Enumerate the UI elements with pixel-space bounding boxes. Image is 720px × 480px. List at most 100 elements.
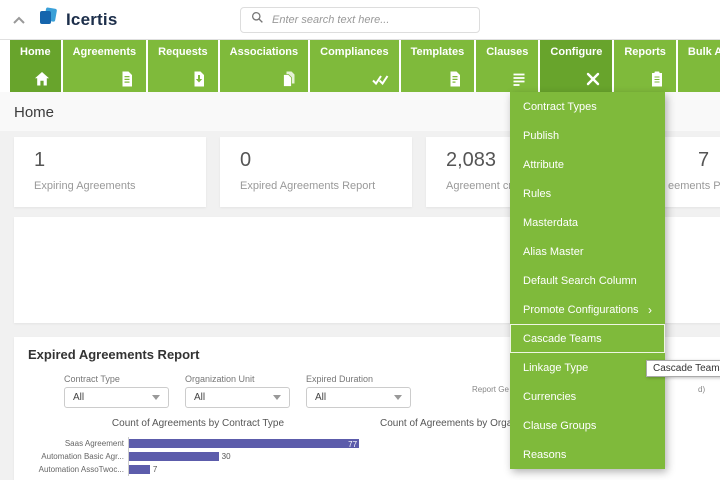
configure-menu-item-label: Masterdata <box>523 217 578 229</box>
submenu-chevron-right-icon: › <box>648 303 652 317</box>
kpi-value: 1 <box>34 149 186 172</box>
nav-tab[interactable]: Agreements <box>63 40 147 92</box>
configure-menu-item-label: Default Search Column <box>523 275 637 287</box>
kpi-value: 0 <box>240 149 392 172</box>
contract-type-chart-rows: Saas Agreement 77 Automation Basic Agr... 3… <box>28 437 368 476</box>
clipboard-icon <box>648 70 666 88</box>
nav-tab[interactable]: Templates <box>401 40 475 92</box>
chevron-up-icon[interactable] <box>12 15 26 25</box>
configure-menu-item-label: Attribute <box>523 159 564 171</box>
nav-tab[interactable]: Home <box>10 40 61 92</box>
documents-icon <box>280 70 298 88</box>
chart-bar-track: 77 <box>128 437 368 450</box>
chart-category-label: Automation Basic Agr... <box>28 452 128 461</box>
global-search <box>240 7 480 33</box>
search-input[interactable] <box>272 14 469 26</box>
document-download-icon <box>190 70 208 88</box>
configure-menu-item[interactable]: Default Search Column › <box>510 266 665 295</box>
nav-tab[interactable]: Requests <box>148 40 218 92</box>
chart-bar[interactable] <box>129 452 219 461</box>
chart-bar-value: 77 <box>348 440 357 449</box>
double-check-icon <box>371 70 389 88</box>
chart-category-label: Automation AssoTwoc... <box>28 465 128 474</box>
configure-menu-item[interactable]: Linkage Type › <box>510 353 665 382</box>
filter-selected-value: All <box>194 392 205 403</box>
report-filter: Contract Type All <box>64 374 169 408</box>
chart-bar-row: Saas Agreement 77 <box>28 437 368 450</box>
configure-menu-item[interactable]: Cascade Teams › <box>510 324 665 353</box>
filter-label: Contract Type <box>64 374 169 384</box>
chart-bar[interactable] <box>129 465 150 474</box>
kpi-card[interactable]: 0 Expired Agreements Report <box>220 137 412 207</box>
icertis-logo[interactable]: Icertis <box>38 6 118 33</box>
report-filter: Organization Unit All <box>185 374 290 408</box>
nav-tab[interactable]: Associations <box>220 40 308 92</box>
chart-title: Count of Agreements by Contract Type <box>28 418 368 429</box>
filter-selected-value: All <box>73 392 84 403</box>
chevron-down-icon <box>394 392 402 403</box>
filter-select[interactable]: All <box>64 387 169 408</box>
search-icon <box>251 11 264 29</box>
top-bar: Icertis <box>0 0 720 40</box>
configure-menu-item-label: Promote Configurations <box>523 304 639 316</box>
nav-tab[interactable]: Compliances <box>310 40 398 92</box>
nav-tab-label: Agreements <box>73 46 137 58</box>
configure-menu-item[interactable]: Alias Master › <box>510 237 665 266</box>
kpi-label: Expired Agreements Report <box>240 180 392 192</box>
configure-menu-item-label: Linkage Type <box>523 362 588 374</box>
kpi-value: 7 <box>698 149 720 172</box>
chart-bar-track: 7 <box>128 463 368 476</box>
configure-menu-item[interactable]: Masterdata › <box>510 208 665 237</box>
nav-tab[interactable]: Configure <box>540 40 612 92</box>
chart-bar-value: 30 <box>222 452 231 461</box>
configure-menu-item[interactable]: Reasons › <box>510 440 665 469</box>
configure-menu-item[interactable]: Rules › <box>510 179 665 208</box>
tools-icon <box>584 70 602 88</box>
nav-tab[interactable]: Bulk Actions <box>678 40 720 92</box>
configure-menu-item[interactable]: Currencies › <box>510 382 665 411</box>
chart-category-label: Saas Agreement <box>28 439 128 448</box>
nav-tab-label: Compliances <box>320 46 388 58</box>
configure-dropdown-menu: Contract Types › Publish › Attribute › R… <box>510 92 665 469</box>
filter-select[interactable]: All <box>306 387 411 408</box>
configure-menu-item[interactable]: Contract Types › <box>510 92 665 121</box>
filter-label: Expired Duration <box>306 374 411 384</box>
report-generated-text-end: d) <box>698 385 705 394</box>
nav-tab-label: Bulk Actions <box>688 46 720 58</box>
nav-tab-label: Templates <box>411 46 465 58</box>
kpi-card[interactable]: 1 Expiring Agreements <box>14 137 206 207</box>
icertis-logo-icon <box>38 6 60 33</box>
configure-menu-item-label: Currencies <box>523 391 576 403</box>
configure-menu-item[interactable]: Attribute › <box>510 150 665 179</box>
nav-tab-label: Requests <box>158 46 208 58</box>
kpi-label: Expiring Agreements <box>34 180 186 192</box>
chart-bar-track: 30 <box>128 450 368 463</box>
nav-tab-label: Associations <box>230 46 298 58</box>
nav-tab-label: Configure <box>550 46 602 58</box>
configure-menu-item-label: Reasons <box>523 449 566 461</box>
kpi-label: eements Pend <box>668 180 720 192</box>
nav-tab-label: Home <box>20 46 51 58</box>
brand-name: Icertis <box>66 10 118 30</box>
chevron-down-icon <box>152 392 160 403</box>
cascade-teams-tooltip: Cascade Teams <box>646 360 720 377</box>
home-icon <box>33 70 51 88</box>
configure-menu-item[interactable]: Clause Groups › <box>510 411 665 440</box>
configure-menu-item-label: Alias Master <box>523 246 584 258</box>
chevron-down-icon <box>273 392 281 403</box>
report-generated-text: Report Ge <box>472 385 509 394</box>
chart-bar[interactable]: 77 <box>129 439 359 448</box>
chart-bar-value: 7 <box>153 465 157 474</box>
filter-selected-value: All <box>315 392 326 403</box>
configure-menu-item-label: Rules <box>523 188 551 200</box>
filter-select[interactable]: All <box>185 387 290 408</box>
filter-label: Organization Unit <box>185 374 290 384</box>
nav-tab[interactable]: Reports <box>614 40 676 92</box>
configure-menu-item-label: Contract Types <box>523 101 597 113</box>
clause-lines-icon <box>510 70 528 88</box>
nav-tab-label: Clauses <box>486 46 528 58</box>
nav-tab[interactable]: Clauses <box>476 40 538 92</box>
configure-menu-item[interactable]: Publish › <box>510 121 665 150</box>
nav-tab-label: Reports <box>624 46 666 58</box>
configure-menu-item[interactable]: Promote Configurations › <box>510 295 665 324</box>
